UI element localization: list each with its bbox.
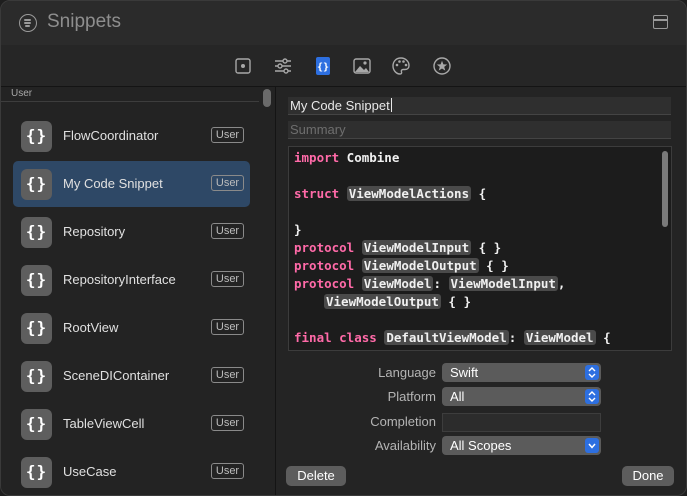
snippet-name: My Code Snippet xyxy=(63,176,163,191)
code-snippet-icon: {} xyxy=(21,169,52,200)
snippet-row[interactable]: {} FlowCoordinator User xyxy=(13,113,250,159)
code-line: import Combine xyxy=(294,150,400,165)
user-badge: User xyxy=(211,319,244,335)
completion-field[interactable] xyxy=(442,413,601,432)
snippet-sidebar: User {} FlowCoordinator User {} My Code … xyxy=(1,87,275,495)
platform-label: Platform xyxy=(387,389,436,404)
snippets-window: Snippets {} User {} FlowCoordinator User… xyxy=(0,0,687,496)
toolbar: {} xyxy=(1,45,686,87)
window-title: Snippets xyxy=(47,11,121,32)
snippet-name: Repository xyxy=(63,224,126,239)
snippet-name: RootView xyxy=(63,320,119,335)
sidebar-section-header: User xyxy=(1,87,259,102)
availability-popup[interactable]: All Scopes xyxy=(442,436,601,455)
svg-text:{}: {} xyxy=(317,62,329,73)
image-icon[interactable] xyxy=(353,57,371,75)
user-badge: User xyxy=(211,223,244,239)
snippet-row[interactable]: {} SceneDIContainer User xyxy=(13,353,250,399)
code-placeholder-token: ViewModelOutput xyxy=(361,258,479,273)
sidebar-divider xyxy=(275,87,276,495)
user-badge: User xyxy=(211,415,244,431)
snippet-name: UseCase xyxy=(63,464,117,479)
code-line: protocol ViewModelOutput { } xyxy=(294,258,509,273)
platform-value: All xyxy=(450,389,465,404)
snippet-title-field[interactable]: My Code Snippet xyxy=(288,97,671,115)
snippet-name: FlowCoordinator xyxy=(63,128,159,143)
title-bar: Snippets xyxy=(1,1,686,45)
sliders-icon[interactable] xyxy=(274,57,292,75)
user-badge: User xyxy=(211,271,244,287)
user-badge: User xyxy=(211,127,244,143)
availability-label: Availability xyxy=(374,438,436,453)
code-placeholder-token: DefaultViewModel xyxy=(384,330,509,345)
palette-icon[interactable] xyxy=(392,57,410,75)
snippet-row[interactable]: {} TableViewCell User xyxy=(13,401,250,447)
snippet-title-value: My Code Snippet xyxy=(290,98,390,113)
toggle-sidebar-icon[interactable] xyxy=(653,15,668,29)
code-placeholder-token: ViewModel xyxy=(361,276,434,291)
code-line: protocol ViewModel: ViewModelInput, xyxy=(294,276,566,291)
square-dot-icon[interactable] xyxy=(234,57,252,75)
code-editor[interactable]: import Combine struct ViewModelActions {… xyxy=(288,146,672,351)
code-line: final class DefaultViewModel: ViewModel … xyxy=(294,330,611,345)
code-line: protocol ViewModelInput { } xyxy=(294,240,502,255)
snippet-row-selected[interactable]: {} My Code Snippet User xyxy=(13,161,250,207)
completion-label: Completion xyxy=(370,414,436,429)
code-line: struct ViewModelActions { xyxy=(294,186,487,201)
language-value: Swift xyxy=(450,365,479,380)
updown-chevron-icon xyxy=(585,389,599,404)
user-badge: User xyxy=(211,175,244,191)
code-snippet-icon: {} xyxy=(21,361,52,392)
code-placeholder-token: ViewModelActions xyxy=(346,186,472,201)
code-braces-icon[interactable]: {} xyxy=(314,57,332,75)
snippet-row[interactable]: {} RepositoryInterface User xyxy=(13,257,250,303)
snippet-summary-field[interactable]: Summary xyxy=(288,121,671,139)
platform-popup[interactable]: All xyxy=(442,387,601,406)
sidebar-scrollbar[interactable] xyxy=(263,89,271,107)
code-snippet-icon: {} xyxy=(21,457,52,488)
delete-button[interactable]: Delete xyxy=(286,466,346,486)
snippet-row[interactable]: {} UseCase User xyxy=(13,449,250,495)
code-placeholder-token: ViewModelInput xyxy=(361,240,472,255)
language-label: Language xyxy=(378,365,436,380)
snippet-row[interactable]: {} Repository User xyxy=(13,209,250,255)
code-line: ViewModelOutput { } xyxy=(324,294,471,309)
snippet-row[interactable]: {} RootView User xyxy=(13,305,250,351)
chevron-down-icon xyxy=(585,438,599,453)
code-placeholder-token: ViewModel xyxy=(523,330,596,345)
language-popup[interactable]: Swift xyxy=(442,363,601,382)
code-line: } xyxy=(294,222,302,237)
user-badge: User xyxy=(211,367,244,383)
code-scrollbar[interactable] xyxy=(662,151,668,227)
code-snippet-icon: {} xyxy=(21,313,52,344)
snippet-name: TableViewCell xyxy=(63,416,145,431)
code-placeholder-token: ViewModelOutput xyxy=(324,294,441,309)
code-snippet-icon: {} xyxy=(21,265,52,296)
code-snippet-icon: {} xyxy=(21,217,52,248)
snippet-name: SceneDIContainer xyxy=(63,368,170,383)
done-button[interactable]: Done xyxy=(622,466,674,486)
snippet-name: RepositoryInterface xyxy=(63,272,176,287)
star-icon[interactable] xyxy=(433,57,451,75)
code-placeholder-token: ViewModelInput xyxy=(448,276,558,291)
code-snippet-icon: {} xyxy=(21,409,52,440)
snippets-list-icon xyxy=(19,14,37,32)
user-badge: User xyxy=(211,463,244,479)
availability-value: All Scopes xyxy=(450,438,512,453)
updown-chevron-icon xyxy=(585,365,599,380)
text-caret xyxy=(390,98,392,112)
code-snippet-icon: {} xyxy=(21,121,52,152)
